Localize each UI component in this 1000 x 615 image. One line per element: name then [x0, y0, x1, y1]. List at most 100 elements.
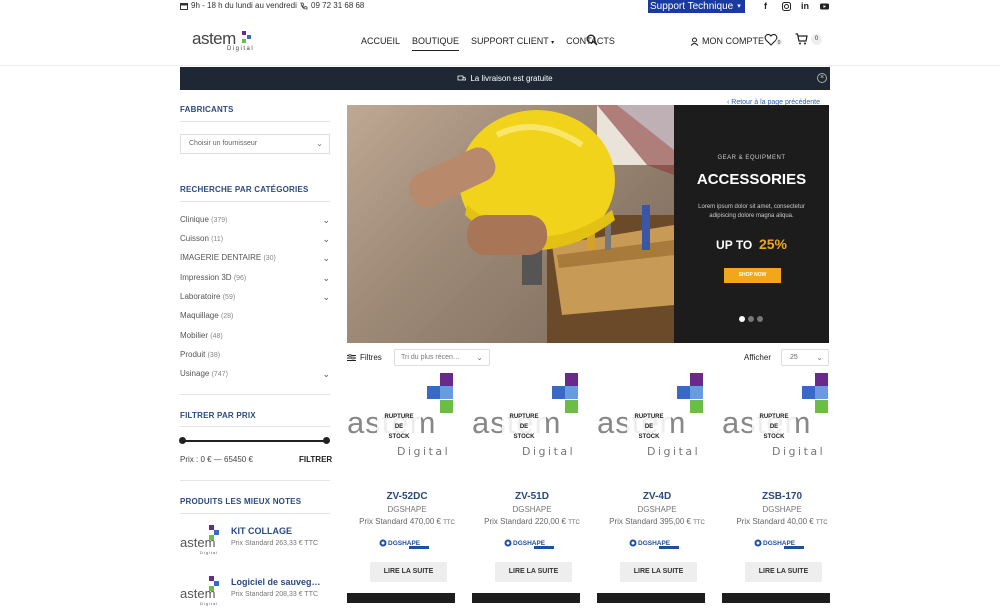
product-title[interactable]: ZV-4D [597, 491, 717, 502]
out-of-stock-badge: RUPTURE DE STOCK [502, 411, 546, 444]
youtube-icon[interactable] [820, 2, 829, 11]
top-rated-item[interactable]: astem Digital Logiciel de sauveg… Prix Stan… [180, 575, 340, 615]
price-slider-max-handle[interactable] [323, 437, 330, 444]
instagram-icon[interactable] [782, 2, 791, 11]
nav-boutique[interactable]: BOUTIQUE [412, 36, 460, 51]
category-count: (28) [220, 313, 234, 320]
category-item[interactable]: Maquillage (28) [180, 311, 330, 325]
product-title[interactable]: ZV-52DC [347, 491, 467, 502]
divider [180, 394, 330, 395]
nav-support-client[interactable]: SUPPORT CLIENT ▾ [471, 36, 554, 51]
product-logo-sub: Digital [772, 445, 826, 458]
price-tax-label: TTC [568, 520, 580, 526]
hero-slider[interactable]: GEAR & EQUIPMENT ACCESSORIES Lorem ipsum… [347, 105, 829, 343]
chevron-down-icon[interactable]: ⌄ [322, 273, 330, 284]
supplier-placeholder: Choisir un fournisseur [189, 140, 258, 147]
chevron-down-icon[interactable]: ⌄ [322, 369, 330, 380]
product-image[interactable]: astemDigitalRUPTUREDESTOCK [597, 372, 717, 462]
wishlist-count: 0 [778, 40, 781, 46]
product-image[interactable]: astemDigitalRUPTUREDESTOCK [722, 372, 842, 462]
category-item[interactable]: Mobilier (48) [180, 331, 330, 345]
category-label: Produit [180, 350, 206, 359]
support-dropdown[interactable]: Support Technique ▾ [648, 0, 745, 13]
product-logo-sub: Digital [647, 445, 701, 458]
phone[interactable]: 09 72 31 68 68 [300, 1, 364, 10]
filters-toggle[interactable]: Filtres [347, 353, 382, 362]
product-image[interactable]: astemDigitalRUPTUREDESTOCK [347, 372, 467, 462]
top-rated-name[interactable]: KIT COLLAGE [231, 526, 292, 536]
divider [180, 513, 330, 514]
top-bar: 9h - 18 h du lundi au vendredi 09 72 31 … [0, 0, 1000, 13]
top-rated-item[interactable]: astem Digital KIT COLLAGE Prix Standard 263… [180, 524, 340, 564]
category-item[interactable]: Impression 3D (96) ⌄ [180, 273, 330, 287]
chevron-down-icon[interactable]: ⌄ [322, 234, 330, 245]
linkedin-icon[interactable]: in [801, 1, 809, 11]
product-thumbnail[interactable]: astem Digital [180, 575, 222, 607]
svg-text:DGSHAPE: DGSHAPE [763, 540, 796, 547]
account-link[interactable]: MON COMPTE [690, 36, 764, 46]
category-count: (59) [222, 294, 236, 301]
read-more-button[interactable]: LIRE LA SUITE [495, 562, 572, 582]
account-label: MON COMPTE [702, 36, 764, 46]
product-image[interactable]: astemDigitalRUPTUREDESTOCK [472, 372, 592, 462]
chevron-down-icon[interactable]: ⌄ [322, 215, 330, 226]
category-item[interactable]: Cuisson (11) ⌄ [180, 234, 330, 248]
sliders-icon [347, 353, 356, 361]
supplier-select[interactable]: Choisir un fournisseur ⌄ [180, 134, 330, 154]
product-title[interactable]: ZSB-170 [722, 491, 842, 502]
thumb-logo-sub: Digital [200, 550, 218, 555]
filters-label: Filtres [360, 353, 382, 362]
cart-button[interactable]: 0 [795, 33, 822, 45]
hero-eyebrow: GEAR & EQUIPMENT [717, 155, 786, 161]
category-item[interactable]: Usinage (747) ⌄ [180, 369, 330, 383]
product-price: Prix Standard 40,00 € TTC [736, 517, 828, 526]
read-more-button[interactable]: LIRE LA SUITE [620, 562, 697, 582]
hero-percent: 25% [758, 236, 787, 252]
product-brand: DGSHAPE [762, 505, 802, 514]
top-rated-name[interactable]: Logiciel de sauveg… [231, 577, 321, 587]
product-thumbnail[interactable]: astem Digital [180, 524, 222, 556]
dgshape-logo: DGSHAPE [504, 539, 554, 549]
category-item[interactable]: Clinique (379) ⌄ [180, 215, 330, 229]
sort-select[interactable]: Tri du plus récen… ⌄ [394, 349, 490, 366]
chevron-down-icon[interactable]: ⌄ [322, 253, 330, 264]
category-item[interactable]: IMAGERIE DENTAIRE (30) ⌄ [180, 253, 330, 267]
chevron-down-icon[interactable]: ⌄ [322, 292, 330, 303]
cart-icon [795, 33, 808, 45]
sort-value: Tri du plus récen… [401, 354, 460, 361]
per-page-label: Afficher [744, 353, 771, 362]
product-title[interactable]: ZV-51D [472, 491, 592, 502]
price-slider-track[interactable] [180, 440, 328, 442]
filter-button[interactable]: FILTRER [299, 455, 332, 464]
hero-headline: ACCESSORIES [696, 171, 807, 188]
close-icon[interactable]: × [817, 73, 827, 83]
shop-now-button[interactable]: SHOP NOW [724, 268, 781, 283]
support-label: Support Technique [650, 1, 734, 12]
price-tax-label: TTC [693, 520, 705, 526]
slider-dot[interactable] [739, 316, 745, 322]
category-label: IMAGERIE DENTAIRE [180, 253, 262, 262]
slider-dot[interactable] [748, 316, 754, 322]
price-slider-min-handle[interactable] [179, 437, 186, 444]
slider-dot[interactable] [757, 316, 763, 322]
product-brand: DGSHAPE [512, 505, 552, 514]
heart-icon: 0 [764, 33, 783, 46]
product-brand: DGSHAPE [637, 505, 677, 514]
wishlist-button[interactable]: 0 [764, 33, 784, 52]
category-item[interactable]: Produit (38) [180, 350, 330, 364]
per-page-select[interactable]: 25 ⌄ [781, 349, 829, 366]
phone-number[interactable]: 09 72 31 68 68 [311, 1, 364, 10]
category-count: (30) [263, 255, 276, 262]
category-item[interactable]: Laboratoire (59) ⌄ [180, 292, 330, 306]
shipping-notice: La livraison est gratuite × [180, 67, 830, 90]
phone-icon [300, 2, 308, 9]
read-more-button[interactable]: LIRE LA SUITE [745, 562, 822, 582]
read-more-button[interactable]: LIRE LA SUITE [370, 562, 447, 582]
site-logo[interactable]: astem Digital [192, 29, 254, 63]
nav-accueil[interactable]: ACCUEIL [361, 36, 400, 51]
product-card: astemDigitalRUPTUREDESTOCK ZV-4D DGSHAPE Pr… [597, 372, 717, 603]
facebook-icon[interactable]: f [764, 1, 767, 11]
search-icon[interactable] [586, 34, 598, 46]
out-of-stock-badge: RUPTURE DE STOCK [377, 411, 421, 444]
category-label: Mobilier [180, 331, 209, 340]
